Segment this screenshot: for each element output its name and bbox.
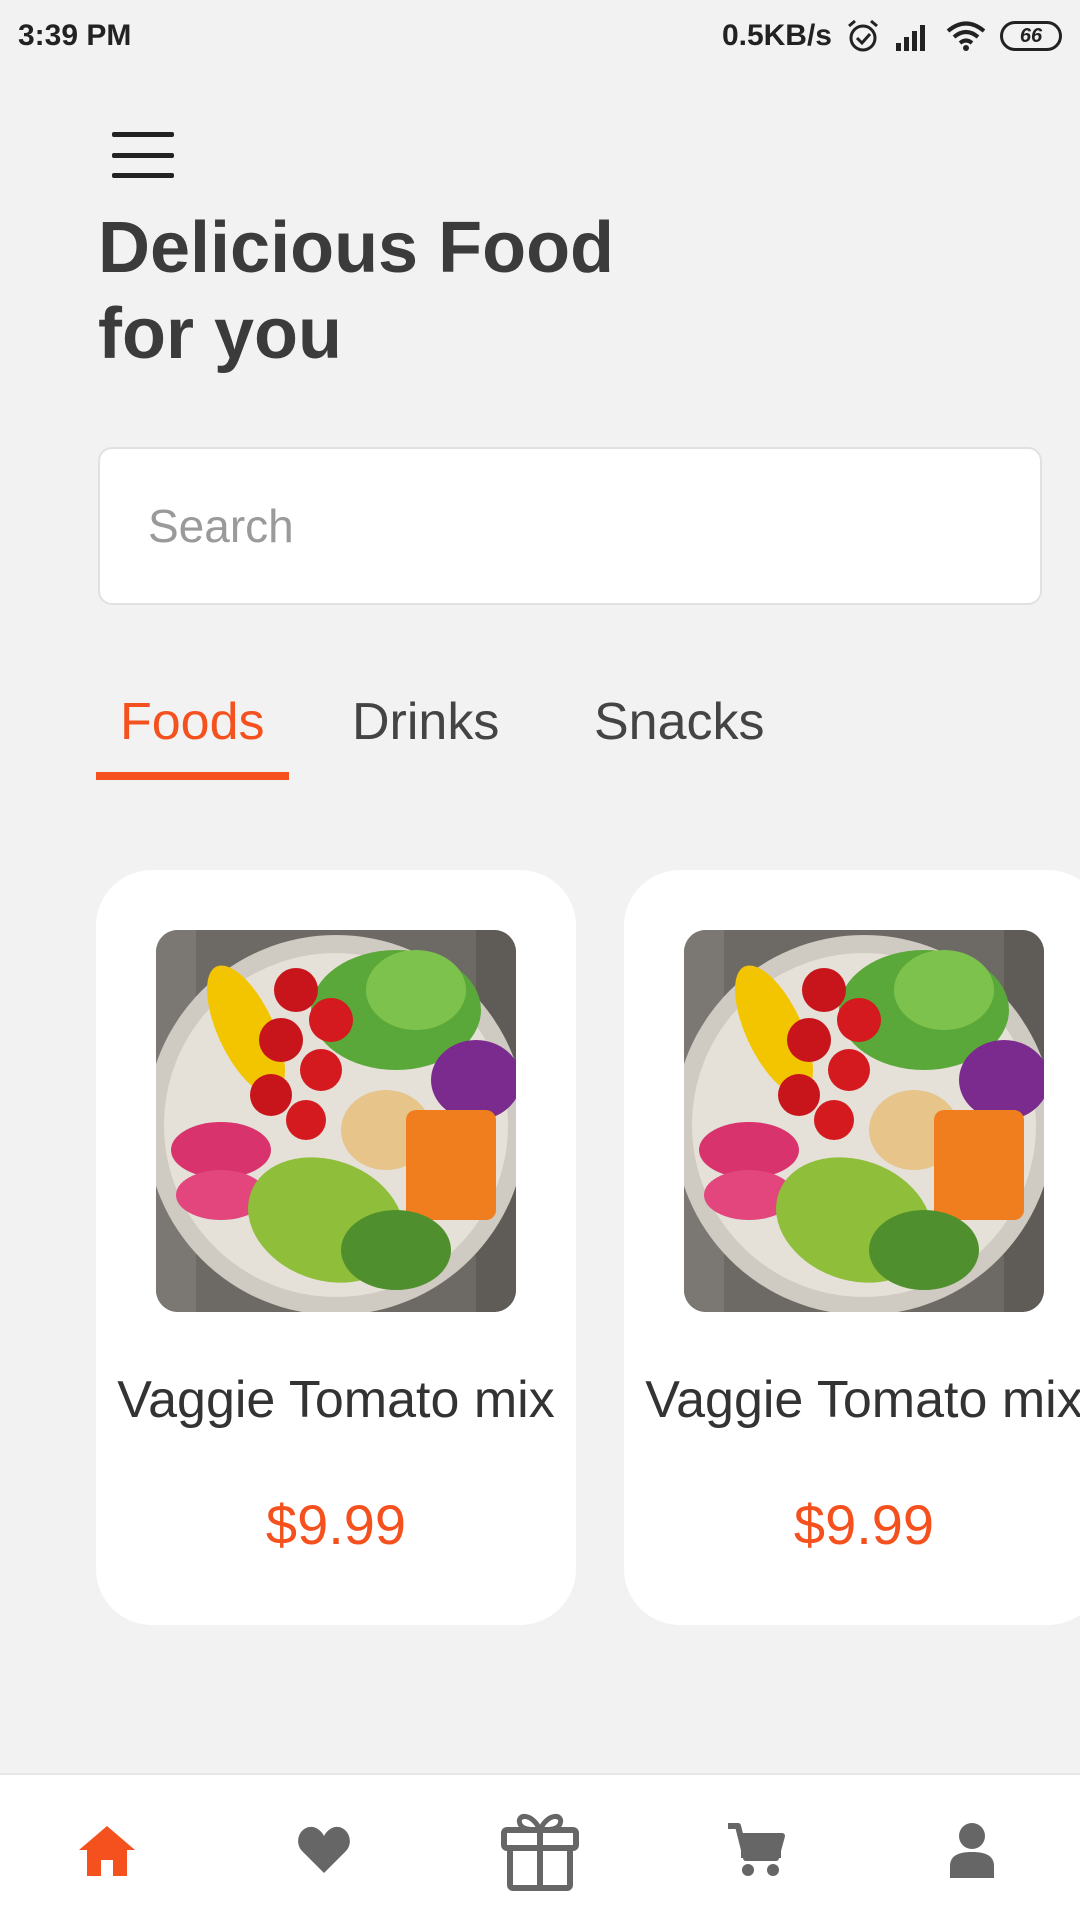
tab-snacks[interactable]: Snacks (570, 680, 789, 772)
product-name: Vaggie Tomato mix (117, 1371, 555, 1429)
tab-drinks[interactable]: Drinks (328, 680, 523, 772)
page-title-line1: Delicious Food (98, 208, 615, 288)
page-title-line2: for you (98, 294, 342, 374)
tab-foods[interactable]: Foods (96, 680, 289, 780)
alarm-icon (848, 19, 878, 52)
nav-cart[interactable] (706, 1805, 806, 1895)
status-bar: 3:39 PM 0.5KB/s 66 (0, 0, 1080, 72)
status-indicators: 0.5KB/s 66 (722, 19, 1062, 53)
hamburger-menu-icon[interactable] (112, 132, 174, 178)
wifi-icon (946, 21, 986, 51)
network-speed: 0.5KB/s (721, 19, 832, 52)
veggie-bowl-image (684, 930, 1044, 1312)
nav-offers[interactable] (490, 1805, 590, 1895)
nav-home[interactable] (57, 1805, 157, 1895)
cart-icon (728, 1823, 785, 1876)
product-name: Vaggie Tomato mix (645, 1371, 1080, 1429)
signal-icon (896, 25, 925, 51)
nav-profile[interactable] (922, 1805, 1022, 1895)
status-time: 3:39 PM (18, 19, 132, 52)
product-card[interactable]: Vaggie Tomato mix $9.99 (96, 870, 576, 1625)
bottom-navigation (0, 1773, 1080, 1920)
gift-icon (501, 1814, 579, 1891)
heart-icon (298, 1826, 350, 1873)
product-price: $9.99 (265, 1493, 407, 1556)
search-input[interactable] (146, 498, 950, 554)
profile-icon (950, 1823, 994, 1878)
nav-favorites[interactable] (274, 1805, 374, 1895)
product-price: $9.99 (793, 1493, 935, 1556)
battery-indicator: 66 (1000, 21, 1062, 51)
search-box[interactable] (98, 447, 1042, 605)
home-icon (79, 1826, 135, 1876)
product-carousel[interactable]: Vaggie Tomato mix $9.99 Vaggie Tomato mi… (96, 870, 1080, 1625)
veggie-bowl-image (156, 930, 516, 1312)
page-title: Delicious Food for you (98, 205, 614, 377)
product-card[interactable]: Vaggie Tomato mix $9.99 (624, 870, 1080, 1625)
